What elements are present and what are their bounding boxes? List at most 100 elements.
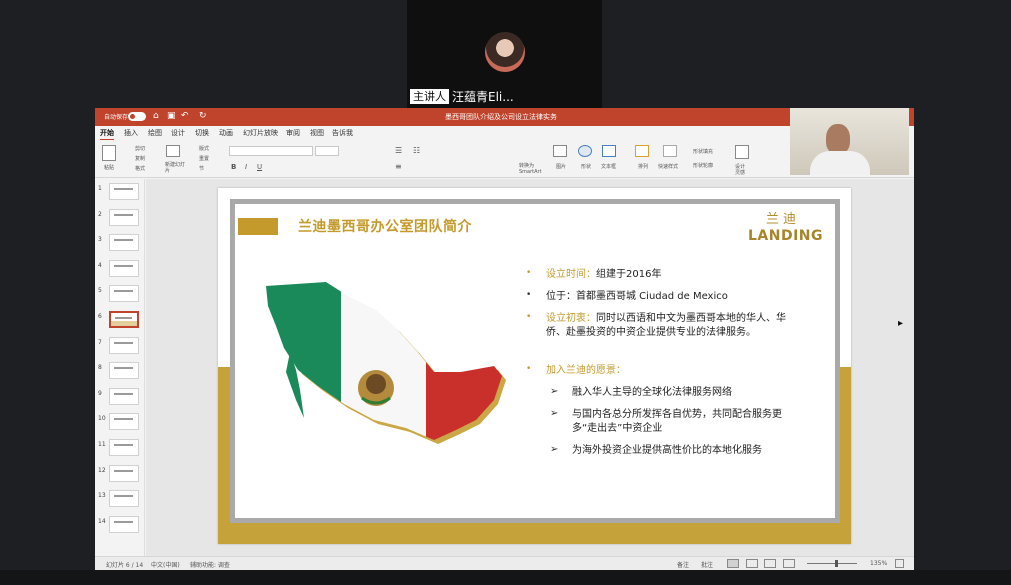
participant-video-tile[interactable] bbox=[790, 108, 909, 175]
home-icon[interactable]: ⌂ bbox=[153, 111, 159, 121]
textbox-icon[interactable] bbox=[602, 145, 616, 157]
tab-draw[interactable]: 绘图 bbox=[148, 128, 162, 138]
quick-styles-label: 快速样式 bbox=[658, 164, 679, 170]
thumbnail-title-line bbox=[115, 317, 132, 319]
thumbnail-title-line bbox=[114, 367, 133, 370]
slide-thumbnail[interactable] bbox=[109, 490, 139, 508]
thumbnail-title-line bbox=[114, 341, 133, 344]
thumbnail-title-line bbox=[114, 495, 133, 498]
autosave-toggle[interactable] bbox=[128, 112, 146, 121]
tab-animations[interactable]: 动画 bbox=[219, 128, 233, 138]
bullet-item: • 设立初衷：同时以西语和中文为墨西哥本地的华人、华侨、赴墨投资的中资企业提供专… bbox=[526, 312, 786, 338]
autosave-label: 自动保存 bbox=[104, 114, 129, 121]
slide-thumbnail-pane: 1 2 3 4 5 6 7 8 9 10 11 12 13 14 bbox=[95, 179, 145, 556]
zoom-slider[interactable] bbox=[807, 563, 857, 564]
tab-insert[interactable]: 插入 bbox=[124, 128, 138, 138]
quick-styles-icon[interactable] bbox=[663, 145, 677, 157]
slide-thumbnail[interactable] bbox=[109, 208, 139, 226]
undo-icon[interactable]: ↶ bbox=[181, 111, 189, 121]
bullet-label: 设立时间： bbox=[546, 269, 596, 280]
designer-icon[interactable] bbox=[735, 145, 749, 159]
zoom-level[interactable]: 135% bbox=[870, 560, 887, 567]
arrow-bullet-icon: ➢ bbox=[550, 386, 559, 397]
comments-button[interactable]: 批注 bbox=[701, 560, 713, 569]
slide-thumbnail[interactable] bbox=[109, 464, 139, 482]
presenter-video-tile[interactable]: 主讲人 汪蕴青Eli... bbox=[407, 0, 602, 108]
picture-label: 图片 bbox=[556, 164, 567, 170]
italic-button[interactable]: I bbox=[245, 163, 247, 171]
language-indicator[interactable]: 中文(中国) bbox=[151, 560, 180, 569]
slide-thumbnail[interactable] bbox=[109, 387, 139, 405]
underline-button[interactable]: U bbox=[257, 163, 262, 171]
notes-button[interactable]: 备注 bbox=[677, 560, 689, 569]
arrange-icon[interactable] bbox=[635, 145, 649, 157]
thumbnail-title-line bbox=[114, 213, 133, 216]
thumbnail-number: 12 bbox=[98, 466, 106, 474]
layout-button[interactable]: 版式 bbox=[199, 145, 209, 152]
tab-design[interactable]: 设计 bbox=[171, 128, 185, 138]
slide-sorter-icon[interactable] bbox=[746, 559, 758, 568]
section-button[interactable]: 节 bbox=[199, 165, 204, 172]
paste-icon[interactable] bbox=[102, 145, 116, 161]
copy-button[interactable]: 复制 bbox=[135, 155, 145, 162]
shapes-icon[interactable] bbox=[578, 145, 592, 157]
align-left-icon[interactable]: ≡ bbox=[395, 162, 402, 171]
document-title: 墨西哥团队介绍及公司设立法律实务 bbox=[445, 113, 557, 121]
slide-thumbnail[interactable] bbox=[109, 362, 139, 380]
slide-title: 兰迪墨西哥办公室团队简介 bbox=[298, 219, 472, 235]
zoom-slider-thumb[interactable] bbox=[835, 560, 838, 567]
new-slide-icon[interactable] bbox=[166, 145, 180, 157]
presenter-avatar bbox=[485, 32, 525, 72]
slide-thumbnail[interactable] bbox=[109, 515, 139, 533]
thumbnail-number: 9 bbox=[98, 389, 102, 397]
bold-button[interactable]: B bbox=[231, 163, 236, 171]
tell-me-search[interactable]: 告诉我 bbox=[332, 128, 353, 138]
shape-fill-button[interactable]: 形状填充 bbox=[693, 148, 713, 155]
slide-thumbnail[interactable] bbox=[109, 183, 139, 200]
font-name-select[interactable] bbox=[229, 146, 313, 156]
bullets-icon[interactable]: ☰ bbox=[395, 146, 402, 155]
arrange-label: 排列 bbox=[638, 164, 649, 170]
slide-thumbnail[interactable] bbox=[109, 234, 139, 252]
numbering-icon[interactable]: ☷ bbox=[413, 146, 420, 155]
tab-review[interactable]: 审阅 bbox=[286, 128, 300, 138]
redo-icon[interactable]: ↻ bbox=[199, 111, 207, 121]
tab-transitions[interactable]: 切换 bbox=[195, 128, 209, 138]
reset-button[interactable]: 重置 bbox=[199, 155, 209, 162]
sub-item: ➢ 融入华人主导的全球化法律服务网络 bbox=[526, 386, 816, 408]
save-icon[interactable]: ▣ bbox=[167, 111, 176, 121]
font-size-select[interactable] bbox=[315, 146, 339, 156]
tab-home[interactable]: 开始 bbox=[100, 128, 114, 141]
thumbnail-number: 6 bbox=[98, 313, 102, 320]
thumbnail-number: 1 bbox=[98, 185, 102, 192]
slide-thumbnail[interactable] bbox=[109, 439, 139, 456]
bullet-label: 加入兰迪的愿景： bbox=[546, 365, 626, 376]
slide-thumbnail[interactable] bbox=[109, 311, 139, 328]
slideshow-view-icon[interactable] bbox=[783, 559, 795, 568]
presenter-name: 汪蕴青Eli... bbox=[452, 90, 514, 104]
title-accent-bar bbox=[238, 218, 278, 235]
reading-view-icon[interactable] bbox=[764, 559, 776, 568]
slide-thumbnail[interactable] bbox=[109, 285, 139, 303]
bullet-item: • 位于：首都墨西哥城 Ciudad de Mexico bbox=[526, 290, 728, 302]
tab-view[interactable]: 视图 bbox=[310, 128, 324, 138]
thumbnail-number: 3 bbox=[98, 236, 102, 244]
shape-outline-button[interactable]: 形状轮廓 bbox=[693, 162, 713, 169]
cut-button[interactable]: 剪切 bbox=[135, 145, 145, 152]
format-painter-button[interactable]: 格式 bbox=[135, 165, 145, 172]
slide-position: 幻灯片 6 / 14 bbox=[106, 562, 144, 569]
sub-item: ➢ 与国内各总分所发挥各自优势，共同配合服务更多“走出去”中资企业 bbox=[526, 408, 816, 444]
slide-thumbnail[interactable] bbox=[109, 336, 139, 354]
thumbnail-number: 14 bbox=[98, 517, 106, 525]
accessibility-status[interactable]: 辅助功能: 调查 bbox=[190, 560, 230, 569]
picture-icon[interactable] bbox=[553, 145, 567, 157]
bullet-label: 设立初衷： bbox=[546, 313, 596, 324]
normal-view-icon[interactable] bbox=[727, 559, 739, 568]
bullet-item: • 加入兰迪的愿景： bbox=[526, 364, 626, 376]
tab-slideshow[interactable]: 幻灯片放映 bbox=[243, 128, 278, 138]
fit-to-window-icon[interactable] bbox=[895, 559, 904, 568]
slide-thumbnail[interactable] bbox=[109, 259, 139, 277]
convert-smartart-button[interactable]: 转换为SmartArt bbox=[519, 163, 549, 175]
thumbnail-number: 10 bbox=[98, 415, 106, 423]
slide-thumbnail[interactable] bbox=[109, 413, 139, 431]
